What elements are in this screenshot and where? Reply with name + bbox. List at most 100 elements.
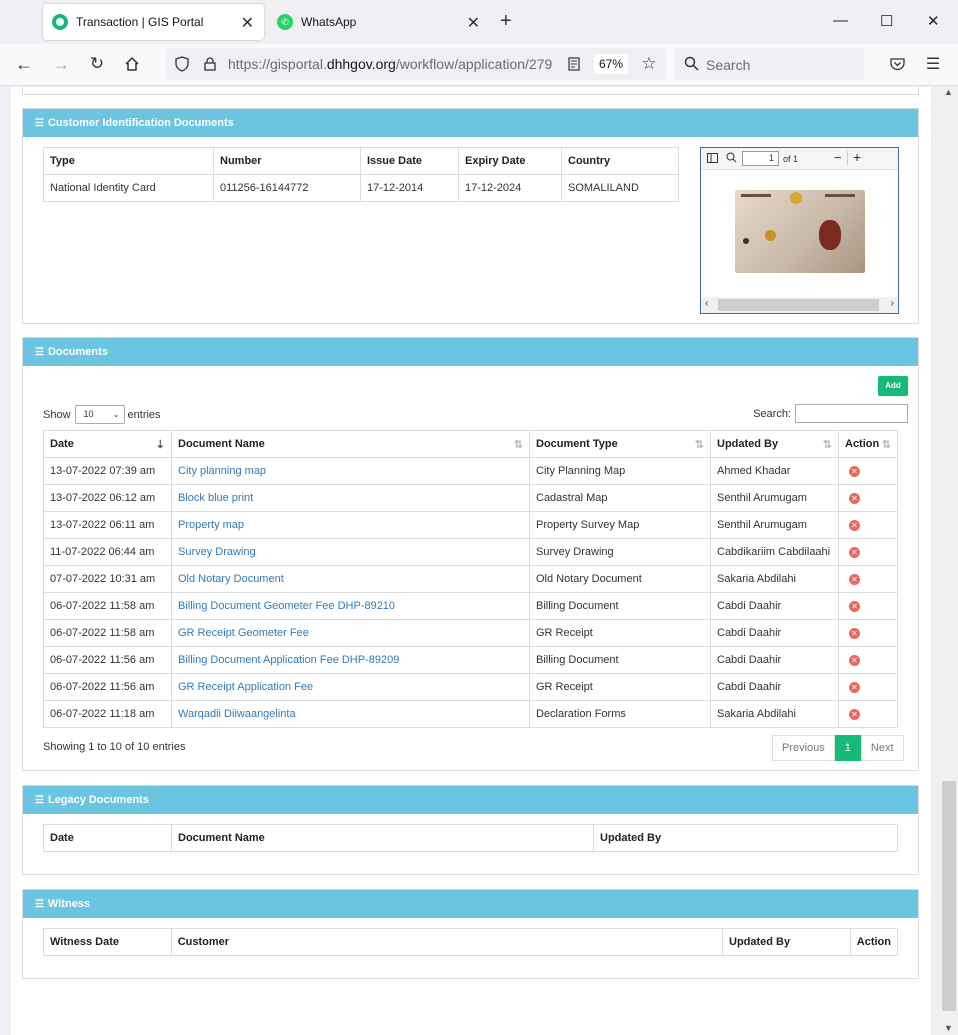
minimize-icon[interactable]: —: [833, 12, 848, 29]
sort-icon: ⇅: [513, 438, 523, 451]
panel-header: ☰ Customer Identification Documents: [23, 109, 918, 137]
col-document-name[interactable]: Document Name ⇅: [171, 430, 530, 458]
delete-icon[interactable]: ✕: [849, 655, 860, 666]
delete-icon[interactable]: ✕: [849, 628, 860, 639]
zoom-out-icon[interactable]: −: [834, 150, 842, 165]
close-tab-icon[interactable]: ✕: [467, 13, 480, 33]
zoom-level[interactable]: 67%: [594, 54, 628, 74]
documents-table: Date ⇣ Document Name ⇅ Document Type ⇅ Upda…: [43, 430, 898, 728]
delete-icon[interactable]: ✕: [849, 574, 860, 585]
table-row: 13-07-2022 06:11 am Property map Property …: [43, 511, 898, 539]
sidebar-toggle-icon[interactable]: [707, 153, 718, 165]
col-country: Country: [561, 147, 679, 175]
panel-title: Documents: [47, 346, 108, 358]
document-link[interactable]: Survey Drawing: [178, 546, 256, 558]
window-close-icon[interactable]: ✕: [927, 12, 940, 30]
delete-icon[interactable]: ✕: [849, 709, 860, 720]
shield-icon[interactable]: [172, 54, 192, 74]
delete-icon[interactable]: ✕: [849, 547, 860, 558]
col-witness-date: Witness Date: [43, 928, 172, 956]
pocket-icon[interactable]: [887, 54, 907, 74]
delete-icon[interactable]: ✕: [849, 520, 860, 531]
cell-document-name: GR Receipt Application Fee: [171, 673, 530, 701]
entries-select[interactable]: 10 ⌄: [74, 405, 125, 424]
chevron-down-icon: ⌄: [112, 410, 120, 419]
tab-gis-portal[interactable]: Transaction | GIS Portal ✕: [43, 4, 264, 40]
scroll-thumb[interactable]: [942, 781, 956, 1011]
page-1-button[interactable]: 1: [834, 735, 861, 761]
list-icon: ☰: [35, 347, 44, 358]
col-issue-date: Issue Date: [360, 147, 459, 175]
panel-title: Legacy Documents: [47, 794, 149, 806]
document-link[interactable]: Warqadii Diiwaangelinta: [178, 708, 296, 720]
scroll-right-icon[interactable]: ›: [891, 298, 894, 309]
document-link[interactable]: Billing Document Application Fee DHP-892…: [178, 654, 399, 666]
cell-updated-by: Ahmed Khadar: [710, 457, 839, 485]
delete-icon[interactable]: ✕: [849, 601, 860, 612]
lock-icon[interactable]: [200, 54, 220, 74]
col-action[interactable]: Action ⇅: [838, 430, 898, 458]
home-icon[interactable]: [122, 54, 142, 74]
document-link[interactable]: GR Receipt Application Fee: [178, 681, 313, 693]
panel-header: ☰ Documents: [23, 338, 918, 366]
table-search-input[interactable]: [795, 404, 908, 423]
scroll-thumb[interactable]: [718, 299, 879, 311]
table-row: National Identity Card 011256-16144772 1…: [43, 174, 679, 202]
reader-view-icon[interactable]: [564, 54, 584, 74]
cell-document-type: GR Receipt: [529, 619, 711, 647]
col-date[interactable]: Date ⇣: [43, 430, 172, 458]
cell-document-name: Survey Drawing: [171, 538, 530, 566]
new-tab-icon[interactable]: +: [500, 10, 512, 33]
col-updated-by[interactable]: Updated By ⇅: [710, 430, 839, 458]
page-vertical-scrollbar[interactable]: ▲ ▼: [940, 87, 958, 1035]
cell-updated-by: Cabdi Daahir: [710, 646, 839, 674]
document-link[interactable]: GR Receipt Geometer Fee: [178, 627, 309, 639]
forward-icon[interactable]: →: [51, 54, 71, 74]
back-icon[interactable]: ←: [14, 54, 34, 74]
reload-icon[interactable]: ↻: [87, 54, 107, 74]
list-icon: ☰: [35, 795, 44, 806]
scroll-up-icon[interactable]: ▲: [944, 87, 953, 97]
customer-id-docs-panel: ☰ Customer Identification Documents Type …: [22, 108, 919, 324]
pdf-page: [715, 171, 884, 296]
zoom-in-icon[interactable]: +: [853, 149, 861, 165]
col-document-type[interactable]: Document Type ⇅: [529, 430, 711, 458]
page-number-input[interactable]: 1: [742, 151, 779, 166]
cell-date: 06-07-2022 11:58 am: [43, 592, 172, 620]
cell-action: ✕: [838, 673, 898, 701]
list-icon: ☰: [35, 899, 44, 910]
document-link[interactable]: Billing Document Geometer Fee DHP-89210: [178, 600, 395, 612]
cell-date: 06-07-2022 11:56 am: [43, 646, 172, 674]
delete-icon[interactable]: ✕: [849, 466, 860, 477]
table-search: Search:: [753, 404, 908, 423]
witness-panel: ☰ Witness Witness Date Customer Updated B…: [22, 889, 919, 979]
table-header-row: Witness Date Customer Updated By Action: [43, 928, 899, 956]
cell-number: 011256-16144772: [213, 174, 361, 202]
pdf-horizontal-scrollbar[interactable]: ‹ ›: [701, 297, 898, 313]
scroll-down-icon[interactable]: ▼: [944, 1023, 953, 1033]
cell-date: 11-07-2022 06:44 am: [43, 538, 172, 566]
cell-document-name: Block blue print: [171, 484, 530, 512]
find-icon[interactable]: [726, 152, 737, 165]
tab-whatsapp[interactable]: ✆ WhatsApp ✕: [268, 4, 490, 40]
cell-action: ✕: [838, 565, 898, 593]
search-box[interactable]: Search: [675, 48, 864, 80]
document-link[interactable]: Old Notary Document: [178, 573, 284, 585]
document-link[interactable]: Property map: [178, 519, 244, 531]
add-document-button[interactable]: Add: [878, 376, 908, 396]
document-link[interactable]: City planning map: [178, 465, 266, 477]
menu-icon[interactable]: ☰: [923, 54, 943, 74]
scroll-left-icon[interactable]: ‹: [705, 298, 708, 309]
delete-icon[interactable]: ✕: [849, 682, 860, 693]
col-date: Date: [43, 824, 172, 852]
delete-icon[interactable]: ✕: [849, 493, 860, 504]
document-link[interactable]: Block blue print: [178, 492, 253, 504]
maximize-icon[interactable]: ☐: [880, 12, 893, 30]
close-tab-icon[interactable]: ✕: [241, 13, 254, 33]
address-bar[interactable]: https://gisportal.dhhgov.org/workflow/ap…: [166, 48, 666, 80]
pdf-viewer[interactable]: 1 of 1 − + ‹ ›: [700, 147, 899, 314]
previous-button[interactable]: Previous: [772, 735, 835, 761]
tab-title: WhatsApp: [301, 15, 357, 29]
next-button[interactable]: Next: [860, 735, 904, 761]
bookmark-star-icon[interactable]: ☆: [639, 54, 659, 74]
